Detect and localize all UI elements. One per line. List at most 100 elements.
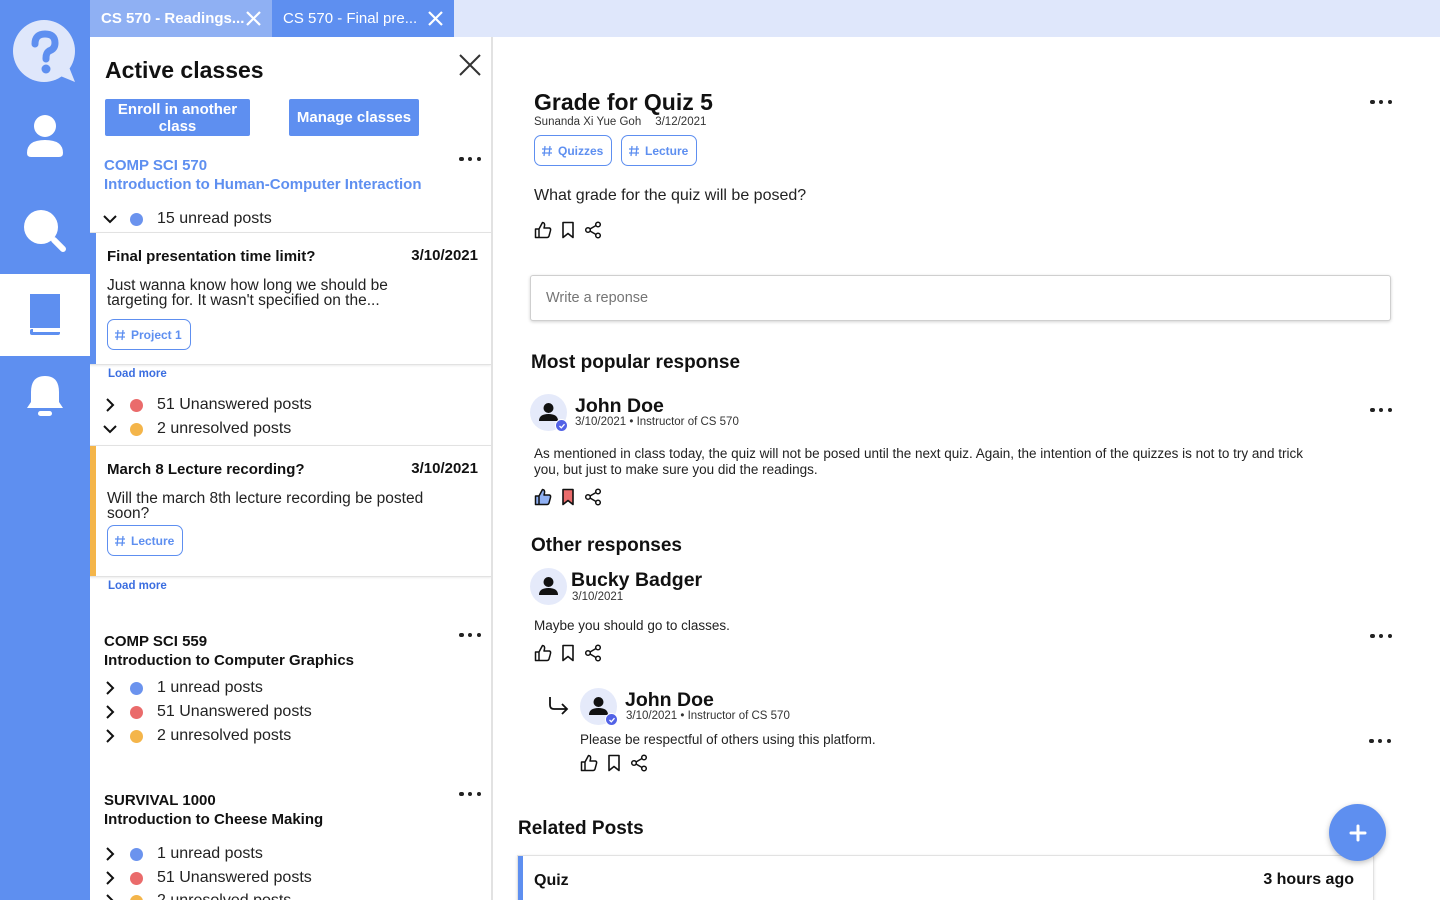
chevron-right-icon bbox=[106, 871, 115, 885]
post-date: 3/12/2021 bbox=[655, 116, 707, 128]
user-icon bbox=[27, 115, 63, 157]
unresolved-posts-toggle[interactable]: 2 unresolved posts bbox=[102, 725, 291, 747]
tag-lecture[interactable]: Lecture bbox=[107, 525, 184, 556]
tag-lecture[interactable]: Lecture bbox=[621, 135, 698, 166]
bell-icon bbox=[27, 376, 63, 416]
tag-label: Project 1 bbox=[131, 327, 182, 342]
response-more-icon[interactable] bbox=[1370, 633, 1392, 639]
rail-profile[interactable] bbox=[0, 95, 90, 177]
load-more-link[interactable]: Load more bbox=[108, 580, 167, 592]
author-name[interactable]: Bucky Badger bbox=[571, 569, 702, 592]
response-actions bbox=[534, 644, 609, 662]
author-name[interactable]: John Doe bbox=[625, 689, 714, 712]
post-author: Sunanda Xi Yue Goh bbox=[534, 116, 642, 128]
rail-notifications[interactable] bbox=[0, 356, 90, 438]
author-name[interactable]: John Doe bbox=[575, 395, 664, 418]
unanswered-count: 51 Unanswered posts bbox=[157, 869, 312, 886]
course-more-icon[interactable] bbox=[459, 156, 481, 162]
unread-dot bbox=[130, 681, 143, 695]
thumbs-up-icon[interactable] bbox=[580, 754, 598, 772]
unread-posts-toggle[interactable]: 15 unread posts bbox=[102, 208, 272, 230]
rail-help[interactable] bbox=[0, 12, 90, 94]
avatar bbox=[530, 394, 568, 432]
share-icon[interactable] bbox=[584, 221, 602, 239]
user-icon bbox=[539, 577, 558, 595]
nav-rail bbox=[0, 0, 90, 900]
unresolved-posts-toggle[interactable]: 2 unresolved posts bbox=[102, 890, 291, 900]
close-icon[interactable] bbox=[458, 53, 482, 77]
course-name[interactable]: Introduction to Computer Graphics bbox=[104, 652, 354, 669]
unread-posts-toggle[interactable]: 1 unread posts bbox=[102, 677, 263, 699]
rail-search[interactable] bbox=[0, 190, 90, 272]
active-classes-panel: Active classes Enroll in another class M… bbox=[90, 37, 493, 900]
share-icon[interactable] bbox=[584, 644, 602, 662]
hash-icon bbox=[115, 329, 125, 340]
response-more-icon[interactable] bbox=[1370, 407, 1392, 413]
post-date: 3/10/2021 bbox=[411, 460, 478, 477]
close-icon[interactable] bbox=[427, 10, 444, 27]
post-more-icon[interactable] bbox=[1370, 99, 1392, 105]
course-more-icon[interactable] bbox=[459, 791, 481, 797]
hash-icon bbox=[542, 145, 552, 156]
post-actions bbox=[534, 221, 609, 239]
unanswered-dot bbox=[130, 871, 143, 885]
close-icon[interactable] bbox=[245, 10, 262, 27]
post-card[interactable]: Final presentation time limit? 3/10/2021… bbox=[90, 232, 491, 365]
tag-label: Lecture bbox=[645, 143, 689, 158]
tab-final-presentation[interactable]: CS 570 - Final pre... bbox=[272, 0, 454, 37]
unread-dot bbox=[130, 212, 143, 226]
course-code[interactable]: COMP SCI 559 bbox=[104, 633, 207, 650]
chevron-right-icon bbox=[106, 729, 115, 743]
post-title: Grade for Quiz 5 bbox=[534, 89, 713, 115]
course-name[interactable]: Introduction to Cheese Making bbox=[104, 811, 323, 828]
rail-classes[interactable] bbox=[0, 274, 90, 356]
share-icon[interactable] bbox=[630, 754, 648, 772]
post-card[interactable]: March 8 Lecture recording? 3/10/2021 Wil… bbox=[90, 445, 491, 577]
course-more-icon[interactable] bbox=[459, 632, 481, 638]
tag-quizzes[interactable]: Quizzes bbox=[534, 135, 613, 166]
search-icon bbox=[24, 210, 66, 252]
thumbs-up-icon[interactable] bbox=[534, 644, 552, 662]
tag-project[interactable]: Project 1 bbox=[107, 319, 191, 350]
response-actions bbox=[534, 488, 609, 506]
related-post-card[interactable]: Quiz 3 hours ago bbox=[517, 855, 1374, 900]
unanswered-posts-toggle[interactable]: 51 Unanswered posts bbox=[102, 394, 312, 416]
response-more-icon[interactable] bbox=[1369, 738, 1391, 744]
unresolved-dot bbox=[130, 894, 143, 900]
bookmark-icon[interactable] bbox=[559, 221, 577, 239]
help-bubble-icon bbox=[13, 20, 75, 82]
bookmark-icon[interactable] bbox=[559, 488, 577, 506]
enroll-class-button[interactable]: Enroll in another class bbox=[105, 99, 250, 136]
unanswered-posts-toggle[interactable]: 51 Unanswered posts bbox=[102, 701, 312, 723]
hash-icon bbox=[629, 145, 639, 156]
course-code[interactable]: COMP SCI 570 bbox=[104, 157, 207, 174]
load-more-link[interactable]: Load more bbox=[108, 368, 167, 380]
verified-badge-icon bbox=[605, 713, 618, 726]
unread-count: 1 unread posts bbox=[157, 679, 263, 696]
new-post-button[interactable] bbox=[1329, 804, 1386, 861]
avatar bbox=[580, 688, 618, 726]
tab-readings[interactable]: CS 570 - Readings... bbox=[90, 0, 272, 37]
manage-classes-button[interactable]: Manage classes bbox=[289, 99, 419, 136]
unread-posts-toggle[interactable]: 1 unread posts bbox=[102, 843, 263, 865]
tag-label: Quizzes bbox=[558, 143, 604, 158]
share-icon[interactable] bbox=[584, 488, 602, 506]
reply-input[interactable] bbox=[530, 275, 1391, 321]
related-heading: Related Posts bbox=[518, 818, 644, 839]
post-date: 3/10/2021 bbox=[411, 247, 478, 264]
tab-bar: CS 570 - Readings... CS 570 - Final pre.… bbox=[90, 0, 1440, 37]
unresolved-dot bbox=[130, 422, 143, 436]
book-icon bbox=[30, 294, 60, 335]
unresolved-posts-toggle[interactable]: 2 unresolved posts bbox=[102, 418, 291, 440]
thumbs-up-icon[interactable] bbox=[534, 221, 552, 239]
bookmark-icon[interactable] bbox=[559, 644, 577, 662]
tab-label: CS 570 - Readings... bbox=[101, 10, 244, 27]
thumbs-up-icon[interactable] bbox=[534, 488, 552, 506]
course-name[interactable]: Introduction to Human-Computer Interacti… bbox=[104, 176, 421, 193]
unresolved-count: 2 unresolved posts bbox=[157, 892, 291, 900]
course-code[interactable]: SURVIVAL 1000 bbox=[104, 792, 216, 809]
bookmark-icon[interactable] bbox=[605, 754, 623, 772]
app-root: CS 570 - Readings... CS 570 - Final pre.… bbox=[0, 0, 1440, 900]
unanswered-posts-toggle[interactable]: 51 Unanswered posts bbox=[102, 867, 312, 889]
reply-arrow-icon bbox=[549, 697, 569, 715]
